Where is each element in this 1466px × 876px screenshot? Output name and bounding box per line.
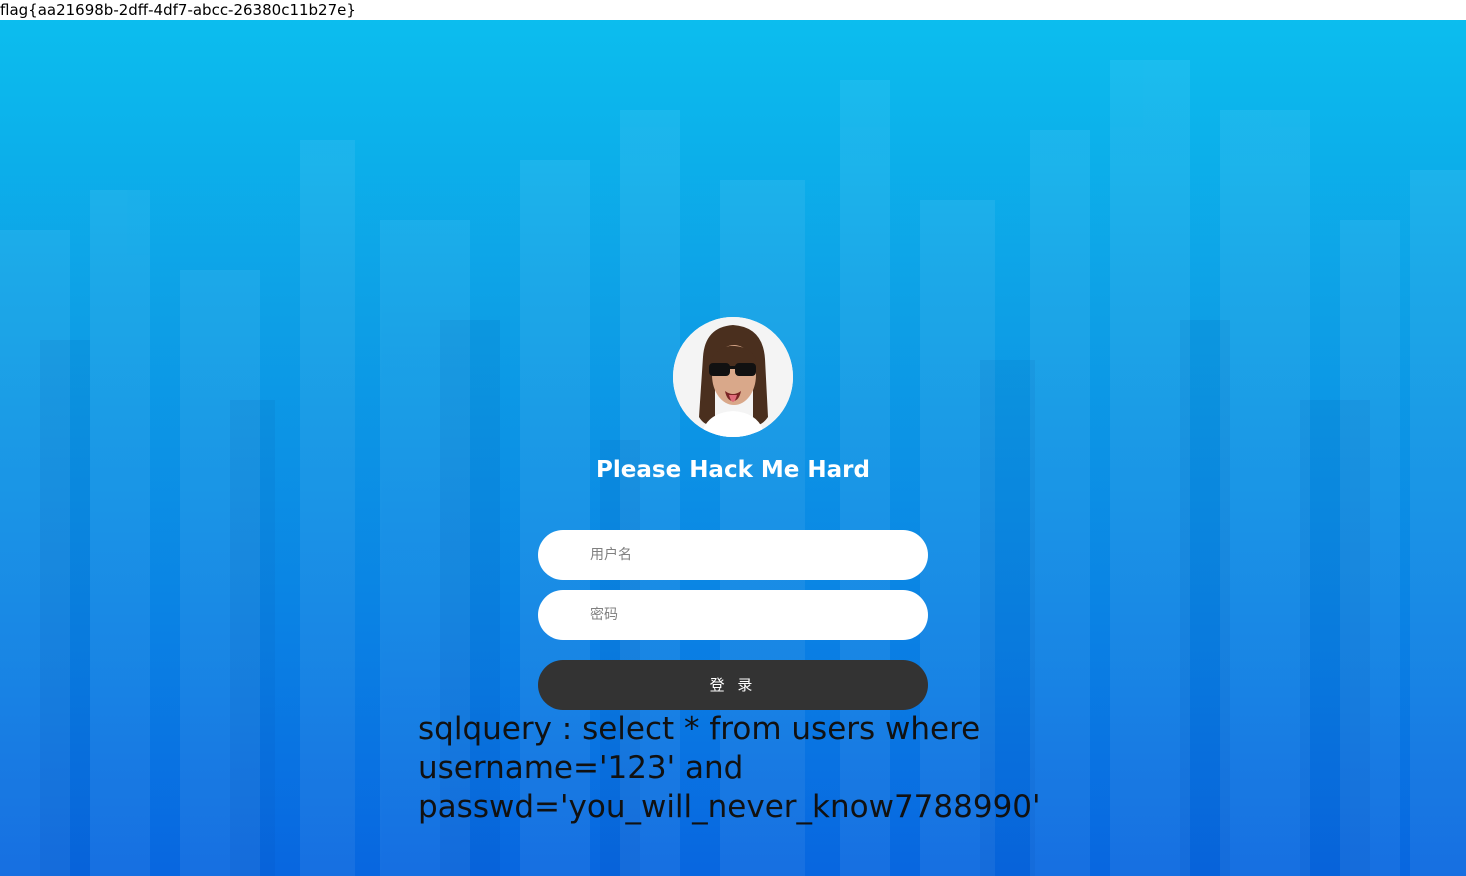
page-title: Please Hack Me Hard bbox=[596, 457, 870, 483]
sql-query-line: username='123' and bbox=[418, 750, 744, 786]
sql-query-line: sqlquery : select * from users where bbox=[418, 711, 981, 747]
password-input[interactable] bbox=[538, 590, 928, 640]
sql-query-line: passwd='you_will_never_know7788990' bbox=[418, 789, 1041, 825]
username-input[interactable] bbox=[538, 530, 928, 580]
avatar-photo bbox=[673, 317, 793, 437]
login-button[interactable]: 登 录 bbox=[538, 660, 928, 710]
flag-text: flag{aa21698b-2dff-4df7-abcc-26380c11b27… bbox=[0, 0, 1466, 20]
avatar bbox=[673, 317, 793, 437]
sql-query-output: sqlquery : select * from users where use… bbox=[418, 710, 1118, 827]
